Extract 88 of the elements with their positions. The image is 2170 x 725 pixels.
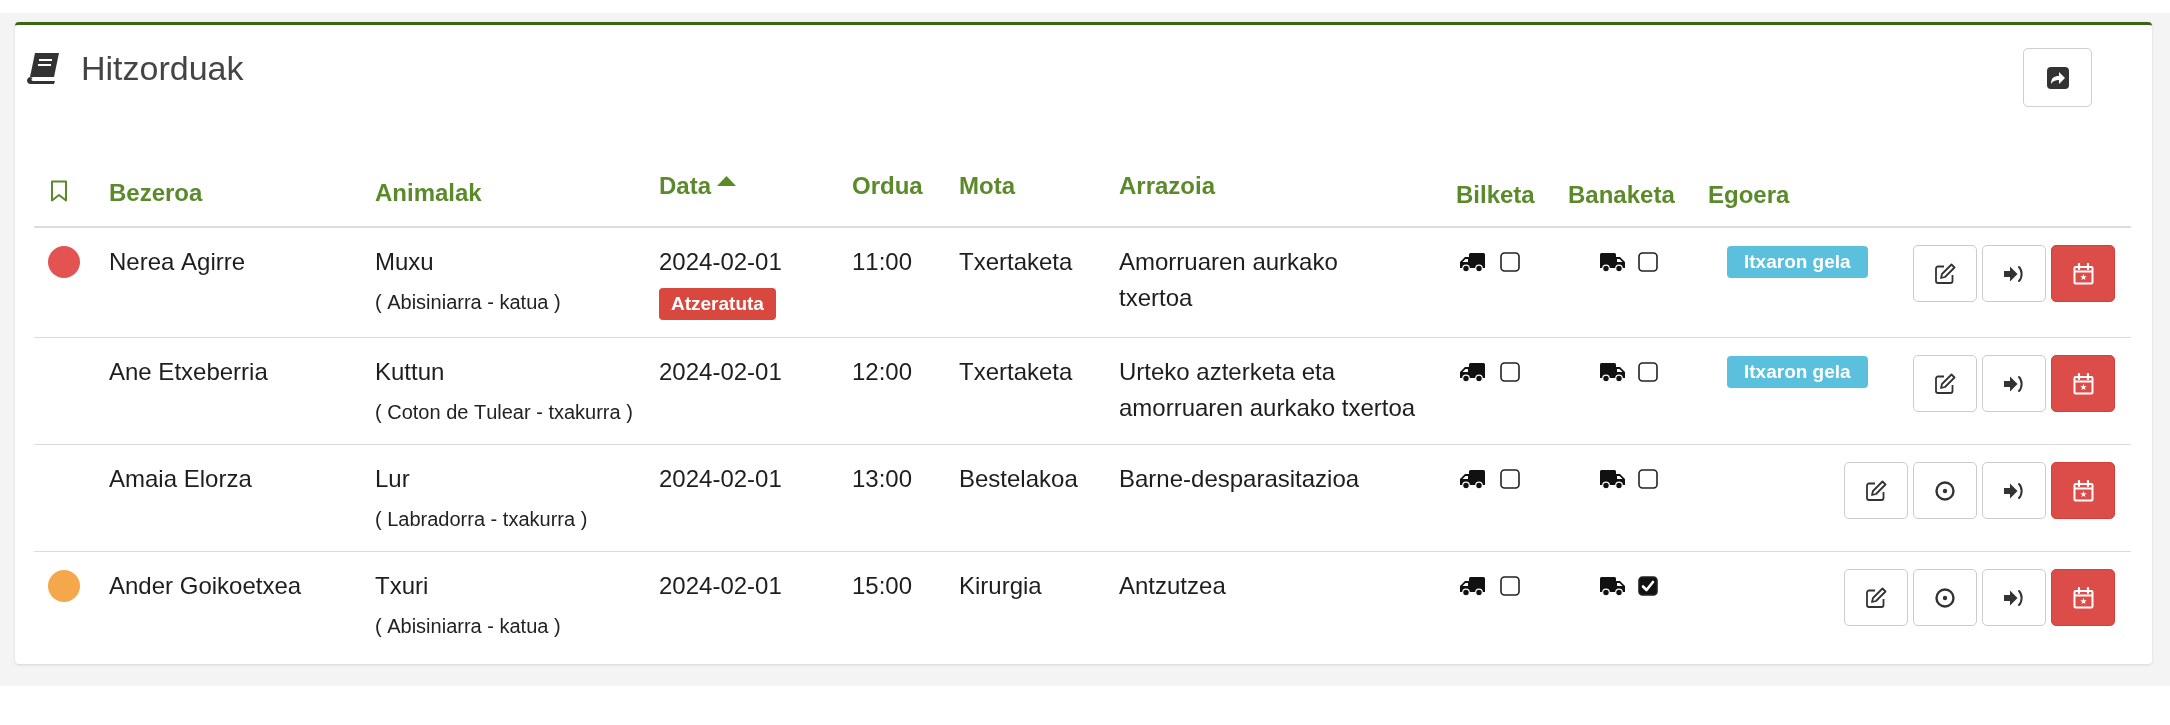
type-text: Txertaketa	[959, 357, 1073, 387]
breed-text: ( Abisiniarra - katua )	[375, 614, 561, 639]
dot-circle-button[interactable]	[1913, 569, 1977, 626]
book-icon	[25, 51, 60, 85]
checkbox[interactable]	[1638, 469, 1658, 489]
arrow-bracket-icon	[2004, 374, 2024, 393]
calendar-button[interactable]	[2051, 245, 2115, 302]
time-text: 12:00	[852, 357, 913, 387]
date-text: 2024-02-01	[659, 464, 782, 494]
status-badge: Itxaron gela	[1727, 356, 1868, 388]
truck-icon	[1460, 576, 1485, 596]
type-text: Txertaketa	[959, 247, 1073, 277]
breed-text: ( Coton de Tulear - txakurra )	[375, 400, 633, 425]
checkbox[interactable]	[1638, 252, 1658, 272]
column-header[interactable]: Bezeroa	[109, 178, 203, 208]
date-text: 2024-02-01	[659, 357, 782, 387]
arrow-bracket-icon	[2004, 588, 2024, 607]
reason-text: Antzutzea	[1119, 571, 1226, 601]
client-name: Nerea Agirre	[109, 247, 246, 277]
breed-text: ( Abisiniarra - katua )	[375, 290, 561, 315]
truck-icon	[1600, 469, 1625, 489]
time-text: 15:00	[852, 571, 913, 601]
checkbox[interactable]	[1500, 469, 1520, 489]
date-text: 2024-02-01	[659, 571, 782, 601]
edit-button[interactable]	[1844, 462, 1908, 519]
calendar-icon	[2072, 372, 2094, 395]
animal-name: Muxu	[375, 247, 434, 277]
truck-icon	[1600, 252, 1625, 272]
truck-icon	[1460, 469, 1485, 489]
refresh-button[interactable]	[2023, 48, 2092, 107]
column-header[interactable]: Arrazoia	[1119, 171, 1216, 201]
edit-icon	[1934, 372, 1956, 395]
calendar-button[interactable]	[2051, 569, 2115, 626]
bookmark-icon	[50, 180, 68, 202]
sign-in-button[interactable]	[1982, 355, 2046, 412]
sign-in-button[interactable]	[1982, 245, 2046, 302]
truck-icon	[1460, 362, 1485, 382]
client-name: Ander Goikoetxea	[109, 571, 302, 601]
checkbox[interactable]	[1500, 362, 1520, 382]
calendar-icon	[2072, 586, 2094, 609]
edit-icon	[1865, 479, 1887, 502]
dot-circle-icon	[1935, 587, 1955, 608]
truck-icon	[1600, 362, 1625, 382]
reason-text: Barne-desparasitazioa	[1119, 464, 1360, 494]
page-title: Hitzorduak	[81, 48, 244, 88]
client-name: Amaia Elorza	[109, 464, 252, 494]
time-text: 11:00	[852, 247, 913, 277]
animal-name: Kuttun	[375, 357, 445, 387]
column-header[interactable]: Ordua	[852, 171, 923, 201]
column-header[interactable]: Banaketa	[1568, 180, 1675, 210]
arrow-bracket-icon	[2004, 264, 2024, 283]
animal-name: Lur	[375, 464, 410, 494]
truck-icon	[1600, 576, 1625, 596]
date-text: 2024-02-01	[659, 247, 782, 277]
checkbox[interactable]	[1638, 362, 1658, 382]
type-text: Bestelakoa	[959, 464, 1078, 494]
sign-in-button[interactable]	[1982, 462, 2046, 519]
calendar-button[interactable]	[2051, 355, 2115, 412]
column-header[interactable]: Animalak	[375, 178, 482, 208]
breed-text: ( Labradorra - txakurra )	[375, 507, 588, 532]
column-header[interactable]: Mota	[959, 171, 1015, 201]
calendar-button[interactable]	[2051, 462, 2115, 519]
column-header[interactable]: Bilketa	[1456, 180, 1535, 210]
column-header[interactable]: Egoera	[1708, 180, 1790, 210]
animal-name: Txuri	[375, 571, 429, 601]
checkbox[interactable]	[1500, 576, 1520, 596]
edit-icon	[1865, 586, 1887, 609]
column-header[interactable]: Data	[659, 171, 712, 201]
truck-icon	[1460, 252, 1485, 272]
type-text: Kirurgia	[959, 571, 1042, 601]
reason-text: Urteko azterketa eta amorruaren aurkako txertoa	[1119, 357, 1417, 423]
edit-icon	[1934, 262, 1956, 285]
reason-text: Amorruaren aurkako txertoa	[1119, 247, 1339, 313]
edit-button[interactable]	[1913, 245, 1977, 302]
dot-circle-button[interactable]	[1913, 462, 1977, 519]
checkbox[interactable]	[1500, 252, 1520, 272]
sign-in-button[interactable]	[1982, 569, 2046, 626]
checkbox[interactable]	[1638, 576, 1658, 596]
client-name: Ane Etxeberria	[109, 357, 268, 387]
status-badge: Itxaron gela	[1727, 246, 1868, 278]
calendar-icon	[2072, 262, 2094, 285]
time-text: 13:00	[852, 464, 913, 494]
edit-button[interactable]	[1844, 569, 1908, 626]
edit-button[interactable]	[1913, 355, 1977, 412]
calendar-icon	[2072, 479, 2094, 502]
dot-circle-icon	[1935, 480, 1955, 501]
arrow-bracket-icon	[2004, 481, 2024, 500]
delay-badge: Atzeratuta	[659, 288, 776, 320]
